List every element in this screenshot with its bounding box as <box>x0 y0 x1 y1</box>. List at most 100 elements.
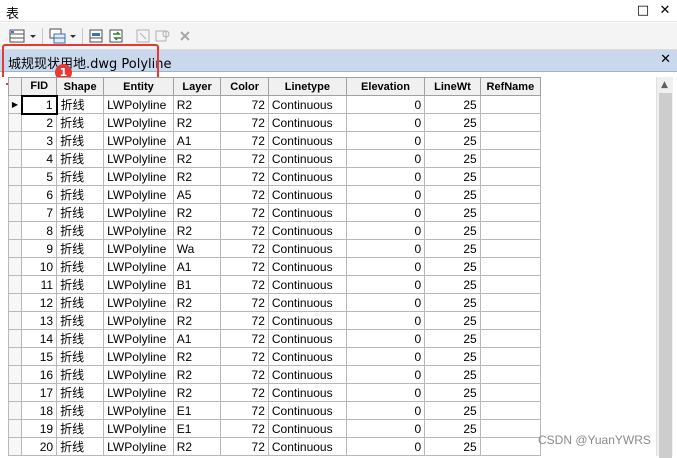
cell-entity[interactable]: LWPolyline <box>103 167 174 186</box>
cell-layer[interactable]: E1 <box>172 401 222 420</box>
cell-elevation[interactable]: 0 <box>345 185 426 204</box>
cell-elevation[interactable]: 0 <box>345 203 426 222</box>
row-selector[interactable] <box>8 131 23 150</box>
cell-linetype[interactable]: Continuous <box>267 329 347 348</box>
cell-linewt[interactable]: 25 <box>424 293 481 312</box>
row-selector[interactable] <box>8 275 23 294</box>
row-selector[interactable]: ▶ <box>8 95 23 114</box>
table-row[interactable]: 7 折线 LWPolyline R2 72 Continuous 0 25 <box>8 203 541 222</box>
cell-entity[interactable]: LWPolyline <box>103 383 174 402</box>
cell-shape[interactable]: 折线 <box>56 203 105 222</box>
cell-shape[interactable]: 折线 <box>56 311 105 330</box>
row-selector[interactable] <box>8 113 23 132</box>
cell-fid[interactable]: 18 <box>21 401 58 420</box>
cell-linewt[interactable]: 25 <box>424 275 481 294</box>
cell-linetype[interactable]: Continuous <box>267 437 347 456</box>
cell-linetype[interactable]: Continuous <box>267 113 347 132</box>
cell-linetype[interactable]: Continuous <box>267 131 347 150</box>
scroll-up-arrow-icon[interactable]: ▲ <box>661 80 668 90</box>
cell-linewt[interactable]: 25 <box>424 113 481 132</box>
cell-entity[interactable]: LWPolyline <box>103 419 174 438</box>
cell-shape[interactable]: 折线 <box>56 131 105 150</box>
cell-linewt[interactable]: 25 <box>424 95 481 114</box>
cell-layer[interactable]: R2 <box>172 437 222 456</box>
row-selector[interactable] <box>8 401 23 420</box>
cell-elevation[interactable]: 0 <box>345 437 426 456</box>
cell-layer[interactable]: A1 <box>172 329 222 348</box>
column-header-entity[interactable]: Entity <box>103 77 174 96</box>
cell-shape[interactable]: 折线 <box>56 383 105 402</box>
cell-refname[interactable] <box>479 293 541 312</box>
cell-linetype[interactable]: Continuous <box>267 95 347 114</box>
cell-refname[interactable] <box>479 131 541 150</box>
table-row[interactable]: 16 折线 LWPolyline R2 72 Continuous 0 25 <box>8 365 541 384</box>
table-row[interactable]: 10 折线 LWPolyline A1 72 Continuous 0 25 <box>8 257 541 276</box>
cell-layer[interactable]: A1 <box>172 257 222 276</box>
cell-shape[interactable]: 折线 <box>56 329 105 348</box>
cell-linewt[interactable]: 25 <box>424 311 481 330</box>
table-row[interactable]: 18 折线 LWPolyline E1 72 Continuous 0 25 <box>8 401 541 420</box>
row-selector[interactable] <box>8 437 23 456</box>
cell-refname[interactable] <box>479 311 541 330</box>
cell-refname[interactable] <box>479 275 541 294</box>
cell-entity[interactable]: LWPolyline <box>103 239 174 258</box>
cell-layer[interactable]: A5 <box>172 185 222 204</box>
column-header-refname[interactable]: RefName <box>479 77 541 96</box>
cell-fid[interactable]: 17 <box>21 383 58 402</box>
cell-fid[interactable]: 20 <box>21 437 58 456</box>
cell-color[interactable]: 72 <box>220 131 269 150</box>
cell-fid[interactable]: 9 <box>21 239 58 258</box>
cell-linewt[interactable]: 25 <box>424 257 481 276</box>
cell-linewt[interactable]: 25 <box>424 419 481 438</box>
cell-fid[interactable]: 10 <box>21 257 58 276</box>
cell-entity[interactable]: LWPolyline <box>103 437 174 456</box>
table-row[interactable]: 17 折线 LWPolyline R2 72 Continuous 0 25 <box>8 383 541 402</box>
cell-entity[interactable]: LWPolyline <box>103 311 174 330</box>
cell-fid[interactable]: 11 <box>21 275 58 294</box>
cell-fid[interactable]: 12 <box>21 293 58 312</box>
cell-elevation[interactable]: 0 <box>345 113 426 132</box>
cell-entity[interactable]: LWPolyline <box>103 221 174 240</box>
cell-fid[interactable]: 1 <box>20 94 58 115</box>
cell-layer[interactable]: R2 <box>172 203 222 222</box>
column-header-shape[interactable]: Shape <box>56 77 105 96</box>
cell-color[interactable]: 72 <box>220 401 269 420</box>
cell-refname[interactable] <box>479 329 541 348</box>
cell-linewt[interactable]: 25 <box>424 329 481 348</box>
table-row[interactable]: 5 折线 LWPolyline R2 72 Continuous 0 25 <box>8 167 541 186</box>
row-selector[interactable] <box>8 257 23 276</box>
cell-layer[interactable]: R2 <box>172 95 222 114</box>
cell-linetype[interactable]: Continuous <box>267 239 347 258</box>
cell-linewt[interactable]: 25 <box>424 401 481 420</box>
column-header-elevation[interactable]: Elevation <box>345 77 426 96</box>
cell-entity[interactable]: LWPolyline <box>103 347 174 366</box>
cell-shape[interactable]: 折线 <box>56 239 105 258</box>
cell-linewt[interactable]: 25 <box>424 239 481 258</box>
cell-refname[interactable] <box>479 185 541 204</box>
cell-color[interactable]: 72 <box>220 419 269 438</box>
column-header-linewt[interactable]: LineWt <box>424 77 481 96</box>
cell-shape[interactable]: 折线 <box>56 149 105 168</box>
cell-linetype[interactable]: Continuous <box>267 311 347 330</box>
cell-fid[interactable]: 15 <box>21 347 58 366</box>
cell-elevation[interactable]: 0 <box>345 257 426 276</box>
cell-shape[interactable]: 折线 <box>56 113 105 132</box>
table-row[interactable]: 6 折线 LWPolyline A5 72 Continuous 0 25 <box>8 185 541 204</box>
table-row[interactable]: 14 折线 LWPolyline A1 72 Continuous 0 25 <box>8 329 541 348</box>
cell-layer[interactable]: B1 <box>172 275 222 294</box>
cell-linewt[interactable]: 25 <box>424 203 481 222</box>
cell-shape[interactable]: 折线 <box>56 275 105 294</box>
cell-linewt[interactable]: 25 <box>424 383 481 402</box>
cell-fid[interactable]: 4 <box>21 149 58 168</box>
cell-elevation[interactable]: 0 <box>345 239 426 258</box>
cell-layer[interactable]: A1 <box>172 131 222 150</box>
cell-color[interactable]: 72 <box>220 329 269 348</box>
restore-button[interactable]: □ <box>634 2 652 20</box>
related-tables-icon[interactable] <box>48 26 68 46</box>
cell-linetype[interactable]: Continuous <box>267 347 347 366</box>
cell-refname[interactable] <box>479 257 541 276</box>
cell-entity[interactable]: LWPolyline <box>103 131 174 150</box>
row-selector[interactable] <box>8 239 23 258</box>
cell-fid[interactable]: 5 <box>21 167 58 186</box>
row-selector[interactable] <box>8 185 23 204</box>
